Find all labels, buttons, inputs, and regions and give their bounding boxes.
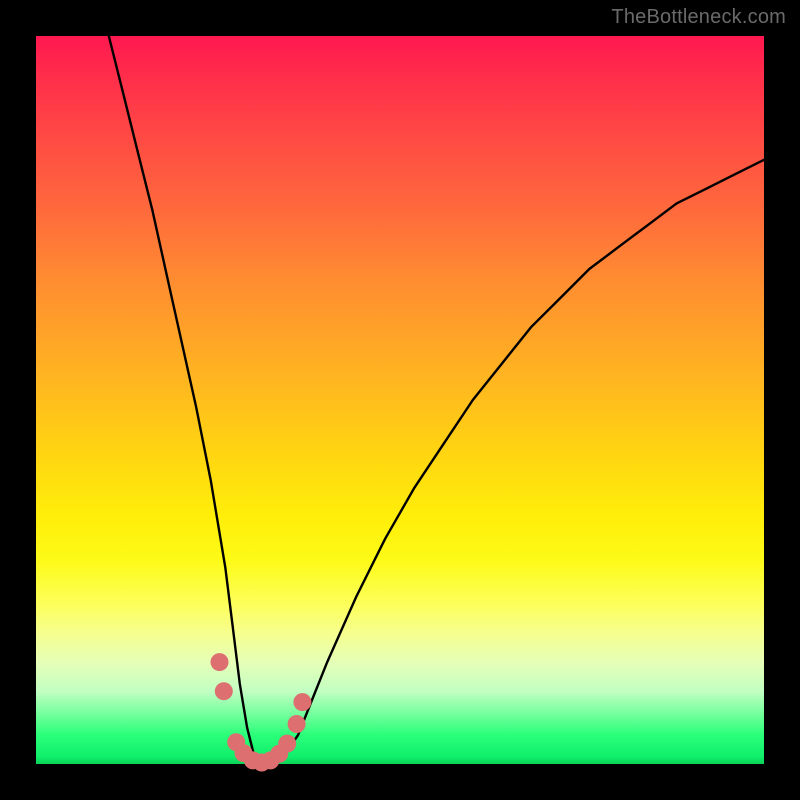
- chart-frame: TheBottleneck.com: [0, 0, 800, 800]
- marker-dot: [215, 682, 233, 700]
- bottleneck-curve-path: [109, 36, 764, 764]
- marker-dot: [293, 693, 311, 711]
- marker-dot: [288, 715, 306, 733]
- marker-dot: [211, 653, 229, 671]
- marker-dot: [278, 735, 296, 753]
- plot-area: [36, 36, 764, 764]
- chart-svg: [36, 36, 764, 764]
- watermark-text: TheBottleneck.com: [611, 6, 786, 29]
- marker-dots-group: [211, 653, 312, 771]
